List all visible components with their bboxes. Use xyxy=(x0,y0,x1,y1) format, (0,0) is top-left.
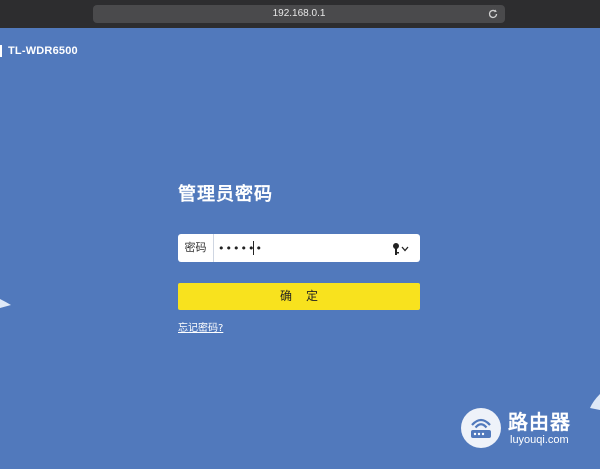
brand-divider xyxy=(0,45,2,57)
decorative-wave-left xyxy=(0,299,11,308)
page-title: 管理员密码 xyxy=(178,184,273,205)
browser-toolbar: 192.168.0.1 xyxy=(0,0,600,28)
password-input[interactable] xyxy=(218,238,378,258)
password-label: 密码 xyxy=(178,234,214,262)
site-watermark: 路由器 luyouqi.com xyxy=(460,404,590,452)
brand-header: TL-WDR6500 xyxy=(0,44,78,58)
router-login-page: TL-WDR6500 管理员密码 密码 确定 忘记密码? 路由器 luyouqi… xyxy=(0,28,600,469)
router-logo-icon xyxy=(461,408,501,448)
forgot-password-link[interactable]: 忘记密码? xyxy=(178,319,223,334)
password-field-group[interactable]: 密码 xyxy=(178,234,420,262)
text-caret xyxy=(253,241,254,255)
watermark-subtitle: luyouqi.com xyxy=(510,434,569,446)
address-url[interactable]: 192.168.0.1 xyxy=(93,5,505,23)
decorative-wave-right xyxy=(590,394,600,410)
key-icon[interactable] xyxy=(391,241,419,257)
confirm-button[interactable]: 确定 xyxy=(178,283,420,310)
address-bar[interactable]: 192.168.0.1 xyxy=(93,5,505,23)
reload-icon[interactable] xyxy=(487,8,499,20)
router-model-title: TL-WDR6500 xyxy=(8,45,78,57)
watermark-title: 路由器 xyxy=(508,410,571,434)
